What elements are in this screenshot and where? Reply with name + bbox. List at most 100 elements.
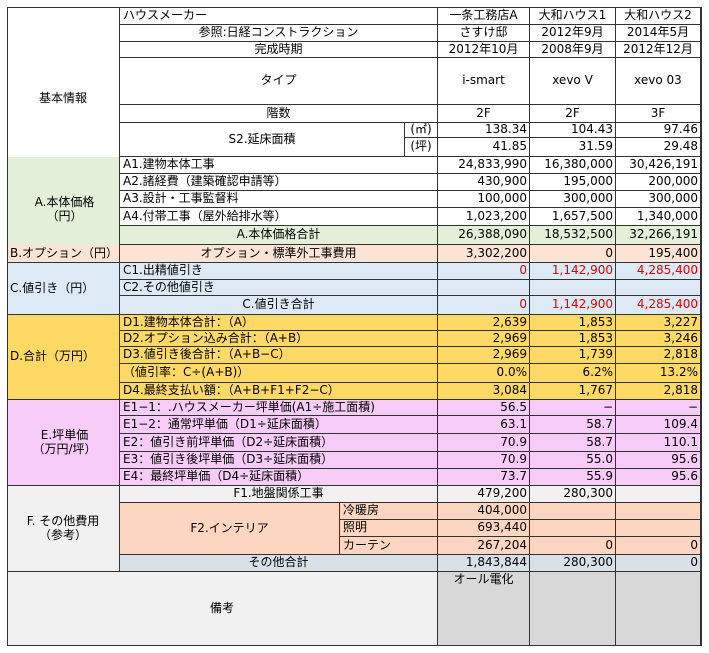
section-f-total: 1,843,844: [438, 555, 530, 572]
section-a-total: 32,266,191: [616, 226, 701, 245]
section-b-value: 3,302,200: [438, 245, 530, 263]
section-f2-row-label: カーテン: [340, 537, 438, 555]
section-c-total-label: C.値引き合計: [120, 296, 438, 315]
section-a-value: 300,000: [616, 191, 701, 208]
section-e-value: 95.6: [616, 452, 701, 469]
maker-floors: 3F: [616, 105, 701, 123]
section-e-value: 70.9: [438, 434, 530, 452]
section-a-value: 1,340,000: [616, 208, 701, 226]
maker-type: xevo 03: [616, 58, 701, 105]
section-a-row-label: A2.諸経費（建築確認申請等）: [120, 174, 438, 191]
section-c-total: 4,285,400: [616, 296, 701, 315]
section-e-value: 73.7: [438, 469, 530, 486]
section-d-value: 3,246: [616, 331, 701, 347]
section-e-title: E.坪単価 （万円/坪）: [7, 400, 120, 486]
section-d-row-label: D4.最終支払い額：（A+B+F1+F2−C）: [120, 383, 438, 400]
section-f2-value: 693,440: [438, 520, 530, 537]
section-a-row-label: A4.付帯工事（屋外給排水等）: [120, 208, 438, 226]
section-c-value: [530, 280, 616, 296]
section-e-value: 58.7: [530, 416, 616, 434]
section-a-value: 24,833,990: [438, 157, 530, 174]
section-a-value: 16,380,000: [530, 157, 616, 174]
section-e-row-label: E4：最終坪単価（D4÷延床面積）: [120, 469, 438, 486]
type-label: タイプ: [120, 58, 438, 105]
section-d-value: 1,853: [530, 315, 616, 331]
section-e-value: 63.1: [438, 416, 530, 434]
section-d-value: 2,818: [616, 347, 701, 364]
maker-area-m2: 138.34: [438, 123, 530, 138]
maker-ref: 2012年9月: [530, 25, 616, 42]
section-e-value: 70.9: [438, 452, 530, 469]
section-d-value: 2,818: [616, 383, 701, 400]
notes-title: 備考: [7, 572, 438, 646]
section-d-value: 1,767: [530, 383, 616, 400]
section-a-value: 30,426,191: [616, 157, 701, 174]
notes-value: [616, 572, 701, 646]
section-d-value: 2,639: [438, 315, 530, 331]
notes-value: [530, 572, 616, 646]
section-f1-label: F1.地盤関係工事: [120, 486, 438, 503]
floors-label: 階数: [120, 105, 438, 123]
maker-name: 一条工務店A: [438, 7, 530, 25]
section-d-value: 2,969: [438, 347, 530, 364]
section-e-row-label: E3：値引き後坪単価（D3÷延床面積）: [120, 452, 438, 469]
unit-m2: (㎡): [405, 123, 438, 138]
section-f-total: 280,300: [530, 555, 616, 572]
section-f2-value: [616, 520, 701, 537]
section-b-label: オプション・標準外工事費用: [120, 245, 438, 263]
section-e-value: 56.5: [438, 400, 530, 416]
section-d-value: 0.0%: [438, 364, 530, 383]
section-f2-value: 404,000: [438, 503, 530, 520]
maker-type: xevo V: [530, 58, 616, 105]
section-f2-value: [530, 520, 616, 537]
section-f2-value: [616, 503, 701, 520]
maker-type: i-smart: [438, 58, 530, 105]
section-f2-row-label: 冷暖房: [340, 503, 438, 520]
ref-label: 参照:日経コンストラクション: [120, 25, 438, 42]
section-a-total-label: A.本体価格合計: [120, 226, 438, 245]
section-a-value: 1,657,500: [530, 208, 616, 226]
maker-area-tsubo: 31.59: [530, 138, 616, 157]
section-b-value: 195,400: [616, 245, 701, 263]
section-a-total: 18,532,500: [530, 226, 616, 245]
section-a-row-label: A1.建物本体工事: [120, 157, 438, 174]
section-e-row-label: E1−2：通常坪単価（D1÷延床面積）: [120, 416, 438, 434]
section-d-value: 13.2%: [616, 364, 701, 383]
date-label: 完成時期: [120, 42, 438, 58]
section-c-value: [438, 280, 530, 296]
maker-floors: 2F: [530, 105, 616, 123]
section-e-value: 110.1: [616, 434, 701, 452]
section-d-value: 2,969: [438, 331, 530, 347]
section-d-value: 1,739: [530, 347, 616, 364]
section-c-total: 0: [438, 296, 530, 315]
section-d-value: 3,227: [616, 315, 701, 331]
section-d-row-label: D2.オプション込み合計：（A+B）: [120, 331, 438, 347]
section-a-value: 430,900: [438, 174, 530, 191]
section-d-value: 6.2%: [530, 364, 616, 383]
maker-area-tsubo: 41.85: [438, 138, 530, 157]
section-c-total: 1,142,900: [530, 296, 616, 315]
maker-area-m2: 97.46: [616, 123, 701, 138]
section-b-title: B.オプション（円）: [7, 245, 120, 263]
section-e-value: 109.4: [616, 416, 701, 434]
section-d-value: 3,084: [438, 383, 530, 400]
notes-value: オール電化: [438, 572, 530, 646]
maker-area-m2: 104.43: [530, 123, 616, 138]
section-c-value: [616, 280, 701, 296]
section-a-value: 195,000: [530, 174, 616, 191]
section-e-value: 55.9: [530, 469, 616, 486]
section-a-total: 26,388,090: [438, 226, 530, 245]
maker-date: 2008年9月: [530, 42, 616, 58]
maker-date: 2012年10月: [438, 42, 530, 58]
spreadsheet: 基本情報 ハウスメーカー 参照:日経コンストラクション 完成時期 タイプ 階数 S2.延床面…: [0, 0, 709, 653]
section-d-row-label: （値引率：C÷(A+B)）: [120, 364, 438, 383]
maker-name: 大和ハウス1: [530, 7, 616, 25]
section-c-value: 1,142,900: [530, 263, 616, 280]
area-label: S2.延床面積: [120, 123, 405, 157]
maker-label: ハウスメーカー: [120, 7, 438, 25]
section-f2-value: [530, 503, 616, 520]
section-f2-value: 0: [530, 537, 616, 555]
section-f2-label: F2.インテリア: [120, 503, 340, 555]
section-f2-value: 0: [616, 537, 701, 555]
section-f2-row-label: 照明: [340, 520, 438, 537]
